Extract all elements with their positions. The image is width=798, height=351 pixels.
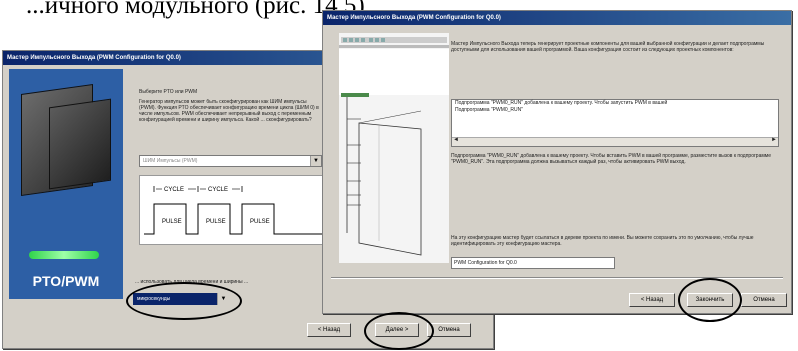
back-button[interactable]: < Назад [307, 323, 351, 337]
plc-image-secondary [49, 98, 111, 190]
chevron-down-icon[interactable]: ▼ [310, 156, 321, 166]
highlight-ellipse-timebase [126, 282, 242, 320]
chevron-left-icon[interactable]: ◄ [453, 137, 459, 144]
component-info-text: Подпрограмма "PWM0_RUN" добавлена к ваше… [451, 153, 772, 165]
components-list[interactable]: Подпрограмма "PWM0_RUN" добавлена к ваше… [451, 99, 779, 147]
chevron-right-icon[interactable]: ► [771, 137, 777, 144]
list-item[interactable]: Подпрограмма "PWM0_RUN" добавлена к ваше… [452, 100, 778, 107]
finish-intro-text: Мастер Импульсного Выхода теперь генерир… [451, 41, 765, 53]
back-button[interactable]: < Назад [629, 293, 675, 307]
mode-select[interactable]: ШИМ Импульсы (PWM) ▼ [139, 155, 322, 167]
step-description: Генератор импульсов может быть сконфигур… [139, 99, 319, 123]
cycle-label: CYCLE [164, 187, 184, 193]
pulse-label: PULSE [250, 219, 270, 225]
pwm-wizard-finish-window: Мастер Импульсного Выхода (PWM Configura… [322, 10, 792, 314]
step-heading: Выберите PTO или PWM [139, 89, 198, 95]
highlight-ellipse-next [364, 312, 434, 350]
config-name-prompt: На эту конфигурацию мастер будет ссылать… [451, 235, 754, 247]
highlight-ellipse-finish [678, 278, 742, 322]
pulse-label: PULSE [162, 219, 182, 225]
config-name-input[interactable]: PWM Configuration for Q0.0 [451, 257, 615, 269]
cycle-label: CYCLE [208, 187, 228, 193]
background-document-text: ...ичного модульного (рис. 14.5). [26, 0, 371, 19]
horizontal-scrollbar[interactable]: ◄ ► [452, 137, 778, 146]
cancel-button[interactable]: Отмена [741, 293, 787, 307]
pulse-label: PULSE [206, 219, 226, 225]
ladder-program-thumbnail [339, 33, 449, 263]
pwm-waveform-diagram: CYCLE CYCLE PULSE PULSE PULSE [139, 175, 327, 245]
banner-label: PTO/PWM [32, 273, 100, 289]
window-title: Мастер Импульсного Выхода (PWM Configura… [323, 11, 791, 25]
wizard-banner: PTO/PWM [9, 69, 123, 299]
arrow-graphic [29, 251, 99, 259]
mode-select-value: ШИМ Импульсы (PWM) [143, 158, 198, 164]
list-item[interactable]: Подпрограмма "PWM0_RUN" [452, 107, 778, 114]
